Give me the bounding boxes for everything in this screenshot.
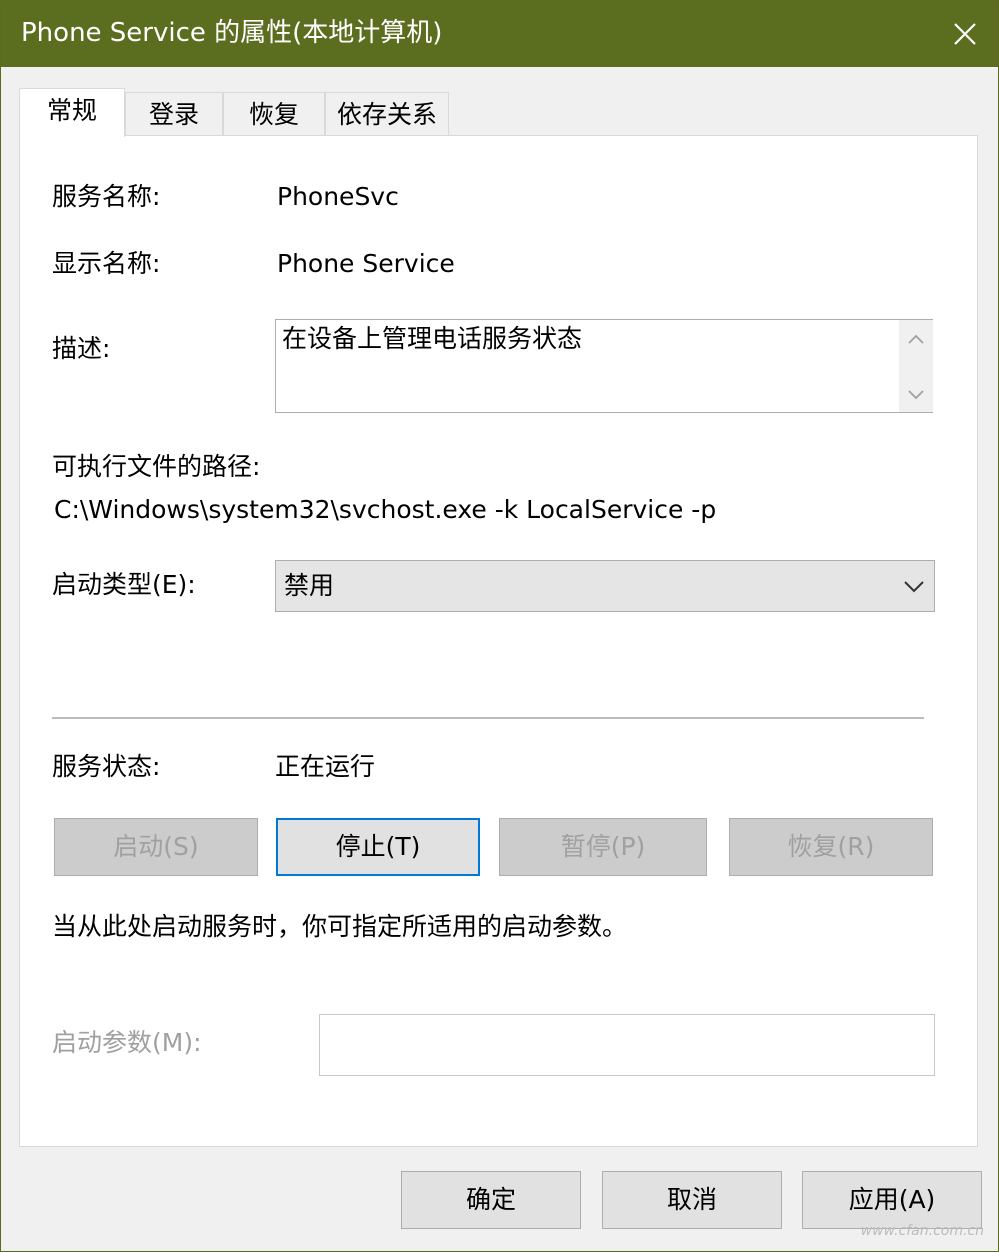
tab-general[interactable]: 常规 xyxy=(19,88,125,137)
start-button[interactable]: 启动(S) xyxy=(54,818,258,876)
display-name-label: 显示名称: xyxy=(52,249,161,278)
description-label: 描述: xyxy=(52,334,111,363)
startup-type-label: 启动类型(E): xyxy=(52,570,196,599)
path-value: C:\Windows\system32\svchost.exe -k Local… xyxy=(54,495,717,524)
cancel-button[interactable]: 取消 xyxy=(602,1171,782,1229)
startup-type-select[interactable]: 禁用 xyxy=(275,560,935,612)
startup-type-value: 禁用 xyxy=(284,571,335,600)
divider xyxy=(52,717,924,719)
start-params-label: 启动参数(M): xyxy=(52,1028,202,1057)
description-textbox[interactable]: 在设备上管理电话服务状态 xyxy=(275,319,933,413)
service-status-value: 正在运行 xyxy=(275,752,376,781)
apply-button[interactable]: 应用(A) xyxy=(802,1171,982,1229)
chevron-down-icon xyxy=(904,581,924,593)
close-icon xyxy=(954,23,976,45)
watermark: www.cfan.com.cn xyxy=(860,1223,984,1239)
tab-dependencies[interactable]: 依存关系 xyxy=(325,92,449,136)
description-text: 在设备上管理电话服务状态 xyxy=(282,324,583,353)
tab-recovery[interactable]: 恢复 xyxy=(223,92,325,136)
service-status-label: 服务状态: xyxy=(52,752,161,781)
scroll-up-icon[interactable] xyxy=(899,324,933,354)
resume-button[interactable]: 恢复(R) xyxy=(729,818,933,876)
description-scrollbar[interactable] xyxy=(899,320,933,412)
service-name-value: PhoneSvc xyxy=(277,182,399,211)
pause-button[interactable]: 暂停(P) xyxy=(499,818,707,876)
general-panel: 服务名称: PhoneSvc 显示名称: Phone Service 描述: 在… xyxy=(19,135,978,1147)
scroll-down-icon[interactable] xyxy=(899,380,933,410)
service-name-label: 服务名称: xyxy=(52,182,161,211)
title-bar[interactable]: Phone Service 的属性(本地计算机) xyxy=(1,1,998,67)
start-params-hint: 当从此处启动服务时，你可指定所适用的启动参数。 xyxy=(52,912,628,941)
properties-dialog: Phone Service 的属性(本地计算机) 常规 登录 恢复 依存关系 服… xyxy=(0,0,999,1252)
stop-button[interactable]: 停止(T) xyxy=(276,818,480,876)
close-button[interactable] xyxy=(932,1,998,67)
ok-button[interactable]: 确定 xyxy=(401,1171,581,1229)
path-label: 可执行文件的路径: xyxy=(52,452,261,481)
start-params-input[interactable] xyxy=(319,1014,935,1076)
display-name-value: Phone Service xyxy=(277,249,455,278)
window-title: Phone Service 的属性(本地计算机) xyxy=(21,18,443,48)
tab-logon[interactable]: 登录 xyxy=(125,92,223,136)
